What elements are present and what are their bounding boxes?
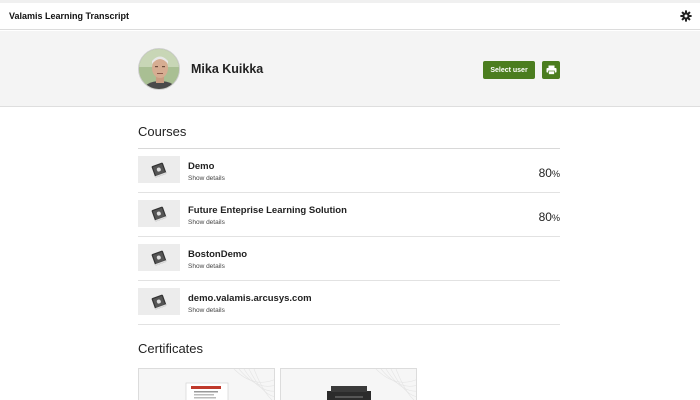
course-progress: 80% [538,210,560,224]
course-progress: 80% [538,166,560,180]
printer-device-image [327,369,416,400]
certificates-heading: Certificates [138,341,204,356]
courses-heading: Courses [138,124,187,139]
course-title[interactable]: BostonDemo [188,249,247,260]
course-list: Demo Show details 80% Future Enteprise L… [138,148,560,325]
user-profile-panel: Mika Kuikka Select user [0,31,700,107]
printer-icon [546,65,556,75]
gear-icon[interactable] [680,9,692,22]
app-window: Valamis Learning Transcript Mika Kuikka … [0,3,700,400]
show-details-link[interactable]: Show details [188,219,225,226]
course-title[interactable]: Future Enteprise Learning Solution [188,205,347,216]
show-details-link[interactable]: Show details [188,263,225,270]
certificate-card[interactable] [280,368,417,400]
print-button[interactable] [542,61,560,79]
select-user-button[interactable]: Select user [483,61,535,79]
certificate-card[interactable] [138,368,275,400]
avatar [138,48,180,90]
course-title[interactable]: demo.valamis.arcusys.com [188,293,312,304]
show-details-link[interactable]: Show details [188,175,225,182]
certificate-image [185,369,274,400]
book-icon [138,156,180,183]
user-name: Mika Kuikka [191,62,264,76]
list-item: Demo Show details 80% [138,149,560,193]
book-icon [138,200,180,227]
show-details-link[interactable]: Show details [188,307,225,314]
top-bar: Valamis Learning Transcript [0,3,700,30]
book-icon [138,288,180,315]
book-icon [138,244,180,271]
app-title: Valamis Learning Transcript [9,11,130,21]
list-item: BostonDemo Show details [138,237,560,281]
course-title[interactable]: Demo [188,161,214,172]
list-item: Future Enteprise Learning Solution Show … [138,193,560,237]
list-item: demo.valamis.arcusys.com Show details [138,281,560,325]
